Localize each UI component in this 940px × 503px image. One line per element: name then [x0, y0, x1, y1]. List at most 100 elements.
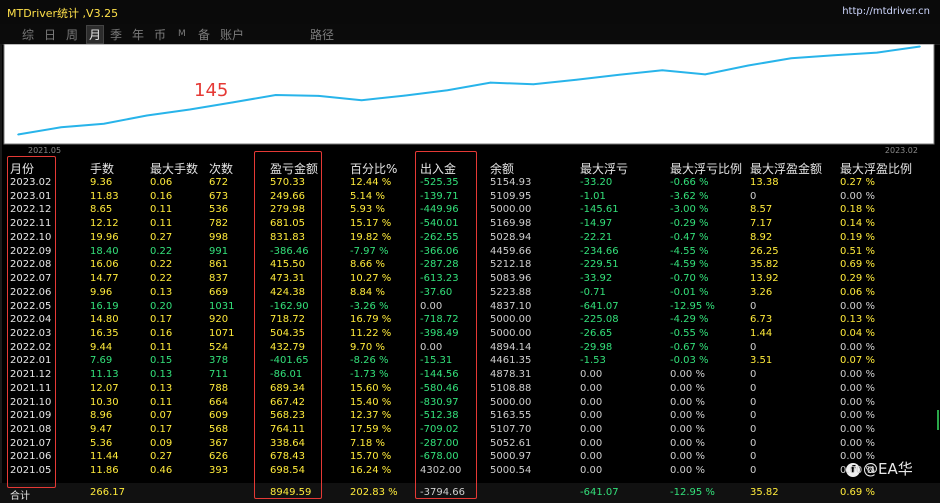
tab-9[interactable]: 账户 — [218, 26, 246, 43]
balance-point — [60, 126, 62, 129]
table-cell: 0.22 — [150, 245, 173, 257]
table-cell: 0.00 % — [670, 369, 705, 381]
table-cell: 4894.14 — [490, 341, 532, 353]
tab-3[interactable]: 月 — [86, 25, 105, 44]
column-header-2[interactable]: 最大手数 — [150, 160, 198, 177]
table-cell: 16.35 — [90, 327, 119, 339]
column-header-4[interactable]: 盈亏金额 — [270, 160, 318, 177]
balance-point — [790, 57, 792, 60]
table-cell: 5212.18 — [490, 259, 532, 271]
table-cell: 0.51 % — [840, 245, 875, 257]
table-cell: 8.92 — [750, 231, 773, 243]
total-cell: 35.82 — [750, 487, 779, 498]
column-header-6[interactable]: 出入金 — [420, 160, 456, 177]
table-cell: 0.14 % — [840, 218, 875, 230]
column-header-7[interactable]: 余额 — [490, 160, 514, 177]
table-cell: -678.00 — [420, 451, 459, 463]
tab-5[interactable]: 年 — [130, 26, 146, 43]
tab-1[interactable]: 日 — [42, 26, 58, 43]
tab-8[interactable]: 备 — [196, 26, 212, 43]
table-cell: -512.38 — [420, 410, 459, 422]
table-cell: 0 — [750, 190, 757, 202]
table-cell: 0.00 % — [670, 382, 705, 394]
table-cell: 5154.93 — [490, 177, 532, 188]
column-header-11[interactable]: 最大浮盈比例 — [840, 160, 912, 177]
table-cell: 0.16 — [150, 190, 173, 202]
table-cell: 393 — [209, 465, 229, 477]
table-cell: 9.36 — [90, 177, 113, 188]
table-cell: 6.73 — [750, 314, 773, 326]
tab-2[interactable]: 周 — [64, 26, 80, 43]
total-cell: 202.83 % — [350, 487, 398, 498]
table-cell: 0.00 % — [670, 424, 705, 435]
table-cell: 5000.00 — [490, 396, 532, 408]
column-header-5[interactable]: 百分比% — [350, 160, 397, 177]
table-cell: 26.25 — [750, 245, 779, 257]
column-header-1[interactable]: 手数 — [90, 160, 114, 177]
table-cell: 0.16 — [150, 327, 173, 339]
column-header-8[interactable]: 最大浮亏 — [580, 160, 628, 177]
tab-10[interactable]: 路径 — [308, 26, 336, 43]
table-cell: 4302.00 — [420, 465, 462, 477]
table-cell: 5000.00 — [490, 327, 532, 339]
table-cell: 0.13 — [150, 369, 173, 381]
table-cell: 11.13 — [90, 369, 119, 381]
tab-4[interactable]: 季 — [108, 26, 124, 43]
table-cell: 0.00 — [580, 396, 603, 408]
table-cell: -641.07 — [580, 300, 619, 312]
table-cell: 15.17 % — [350, 218, 392, 230]
balance-point — [317, 95, 320, 97]
table-cell: -1.73 % — [350, 369, 389, 381]
x-axis-label-start: 2021.05 — [28, 146, 61, 154]
table-cell: 338.64 — [270, 437, 305, 449]
balance-point — [919, 45, 921, 48]
table-cell: 0.20 — [150, 300, 173, 312]
table-cell: 4878.31 — [490, 369, 532, 381]
tab-7[interactable]: M — [176, 29, 188, 39]
row-month: 2022.03 — [10, 327, 52, 339]
table-cell: 5083.96 — [490, 273, 532, 284]
table-cell: 16.19 — [90, 300, 119, 312]
table-cell: 0.00 — [580, 437, 603, 449]
balance-point — [618, 73, 621, 76]
column-header-0[interactable]: 月份 — [10, 160, 34, 177]
table-cell: 14.80 — [90, 314, 119, 326]
column-header-3[interactable]: 次数 — [209, 160, 233, 177]
row-month: 2022.07 — [10, 273, 52, 284]
table-cell: -0.29 % — [670, 218, 709, 230]
row-month: 2022.08 — [10, 259, 52, 271]
table-cell: 424.38 — [270, 286, 305, 298]
balance-point — [146, 114, 148, 117]
table-cell: 0 — [750, 437, 757, 449]
table-cell: 0.04 % — [840, 327, 875, 339]
table-cell: 5000.97 — [490, 451, 532, 463]
balance-point — [17, 133, 19, 136]
table-cell: -162.90 — [270, 300, 309, 312]
table-cell: 0.00 % — [670, 396, 705, 408]
table-cell: 0.15 — [150, 355, 173, 367]
row-month: 2021.06 — [10, 451, 52, 463]
table-cell: 678.43 — [270, 451, 305, 463]
table-cell: 8.66 % — [350, 259, 385, 271]
table-cell: 0 — [750, 451, 757, 463]
tab-0[interactable]: 综 — [20, 26, 36, 43]
table-cell: -86.01 — [270, 369, 303, 381]
balance-curve-chart: 145 2021.05 2023.02 — [3, 44, 935, 154]
table-cell: 15.60 % — [350, 382, 392, 394]
row-month: 2021.08 — [10, 424, 52, 435]
table-cell: 5028.94 — [490, 231, 532, 243]
table-cell: 0.29 % — [840, 273, 875, 284]
table-cell: 0.13 % — [840, 314, 875, 326]
table-cell: -29.98 — [580, 341, 613, 353]
row-month: 2022.04 — [10, 314, 52, 326]
column-header-9[interactable]: 最大浮亏比例 — [670, 160, 742, 177]
website-link[interactable]: http://mtdriver.cn — [842, 6, 930, 17]
table-cell: -12.95 % — [670, 300, 715, 312]
tab-6[interactable]: 币 — [152, 26, 168, 43]
table-cell: -3.26 % — [350, 300, 389, 312]
table-cell: -0.71 — [580, 286, 606, 298]
table-cell: 0.19 % — [840, 231, 875, 243]
table-cell: 609 — [209, 410, 229, 422]
table-cell: 998 — [209, 231, 229, 243]
column-header-10[interactable]: 最大浮盈金额 — [750, 160, 822, 177]
